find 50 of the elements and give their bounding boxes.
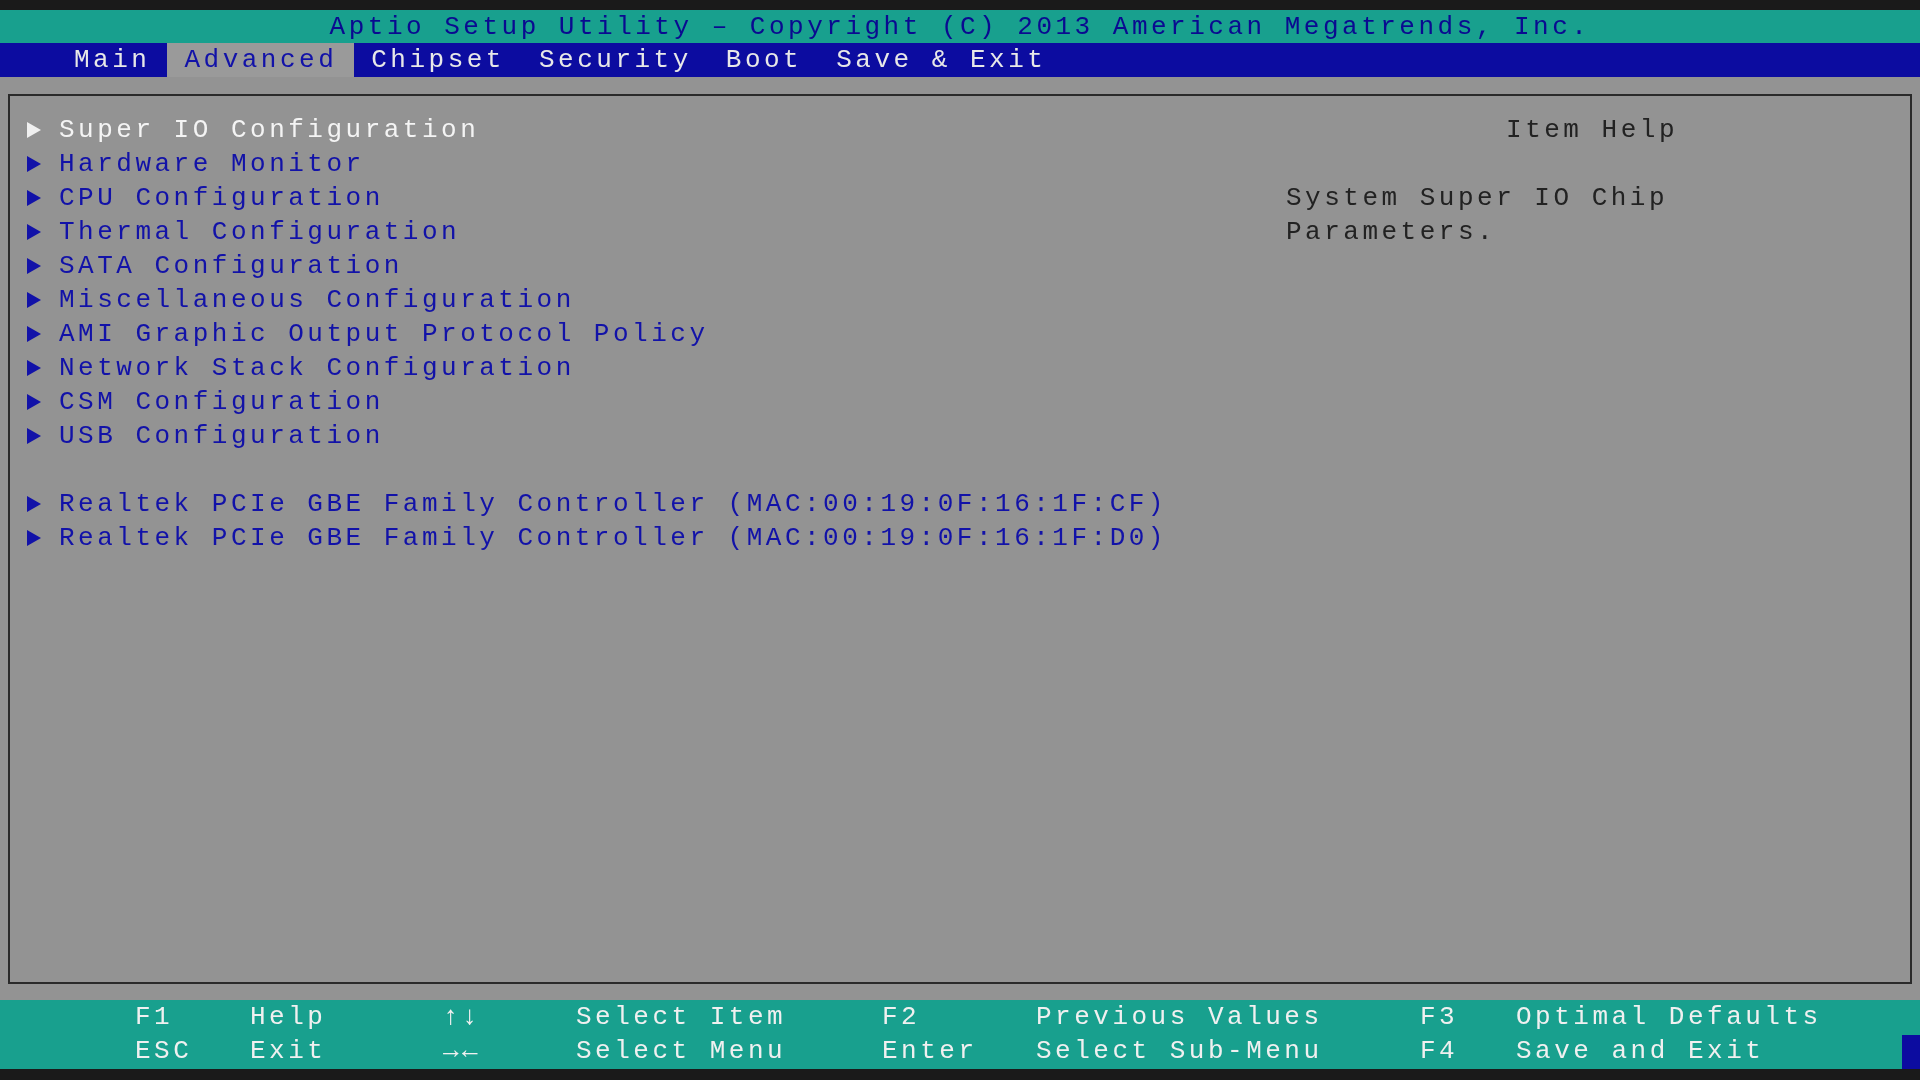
menu-item[interactable]: USB Configuration xyxy=(59,419,384,453)
menu-item[interactable]: AMI Graphic Output Protocol Policy xyxy=(59,317,709,351)
help-text: System Super IO Chip Parameters. xyxy=(1286,182,1670,249)
menu-tab[interactable]: Advanced xyxy=(167,43,355,77)
menu-tab[interactable]: Boot xyxy=(708,43,820,77)
key-label: F1 xyxy=(135,1001,175,1034)
menu-item[interactable]: CPU Configuration xyxy=(59,181,384,215)
triangle-icon xyxy=(26,325,42,343)
menu-item[interactable]: Network Stack Configuration xyxy=(59,351,575,385)
menu-item[interactable]: SATA Configuration xyxy=(59,249,403,283)
key-label: F4 xyxy=(1420,1035,1460,1068)
title-bar: Aptio Setup Utility – Copyright (C) 2013 American Megatrends, Inc. xyxy=(0,10,1920,43)
key-action: Select Menu xyxy=(576,1035,787,1068)
key-action: Optimal Defaults xyxy=(1516,1001,1822,1034)
key-label: →← xyxy=(443,1035,483,1068)
key-action: Select Item xyxy=(576,1001,787,1034)
corner-block xyxy=(1902,1035,1920,1069)
triangle-icon xyxy=(26,529,42,547)
key-label: Enter xyxy=(882,1035,979,1068)
key-action: Exit xyxy=(250,1035,327,1068)
triangle-icon xyxy=(26,427,42,445)
triangle-icon xyxy=(26,393,42,411)
key-action: Help xyxy=(250,1001,327,1034)
menu-tab[interactable]: Save & Exit xyxy=(819,43,1064,77)
triangle-icon xyxy=(26,359,42,377)
menu-item[interactable]: Miscellaneous Configuration xyxy=(59,283,575,317)
menu-item[interactable]: Thermal Configuration xyxy=(59,215,461,249)
key-action: Save and Exit xyxy=(1516,1035,1765,1068)
menu-item[interactable]: Realtek PCIe GBE Family Controller (MAC:00:19:0F:16:1F:D0) xyxy=(59,521,1167,555)
menu-tab[interactable]: Security xyxy=(521,43,709,77)
triangle-icon xyxy=(26,121,42,139)
key-action: Select Sub-Menu xyxy=(1036,1035,1323,1068)
triangle-icon xyxy=(26,223,42,241)
menu-item[interactable]: CSM Configuration xyxy=(59,385,384,419)
help-title: Item Help xyxy=(1505,114,1678,147)
menu-item[interactable]: Hardware Monitor xyxy=(59,147,365,181)
triangle-icon xyxy=(26,495,42,513)
triangle-icon xyxy=(26,291,42,309)
triangle-icon xyxy=(26,155,42,173)
key-label: ESC xyxy=(135,1035,194,1068)
key-label: F2 xyxy=(882,1001,922,1034)
menu-tab[interactable]: Chipset xyxy=(354,43,522,77)
key-label: F3 xyxy=(1420,1001,1460,1034)
menu-item[interactable]: Super IO Configuration xyxy=(59,113,480,147)
triangle-icon xyxy=(26,189,42,207)
key-label: ↑↓ xyxy=(443,1001,483,1034)
menu-tab[interactable]: Main xyxy=(57,43,168,77)
key-action: Previous Values xyxy=(1036,1001,1323,1034)
triangle-icon xyxy=(26,257,42,275)
menu-item[interactable]: Realtek PCIe GBE Family Controller (MAC:00:19:0F:16:1F:CF) xyxy=(59,487,1167,521)
